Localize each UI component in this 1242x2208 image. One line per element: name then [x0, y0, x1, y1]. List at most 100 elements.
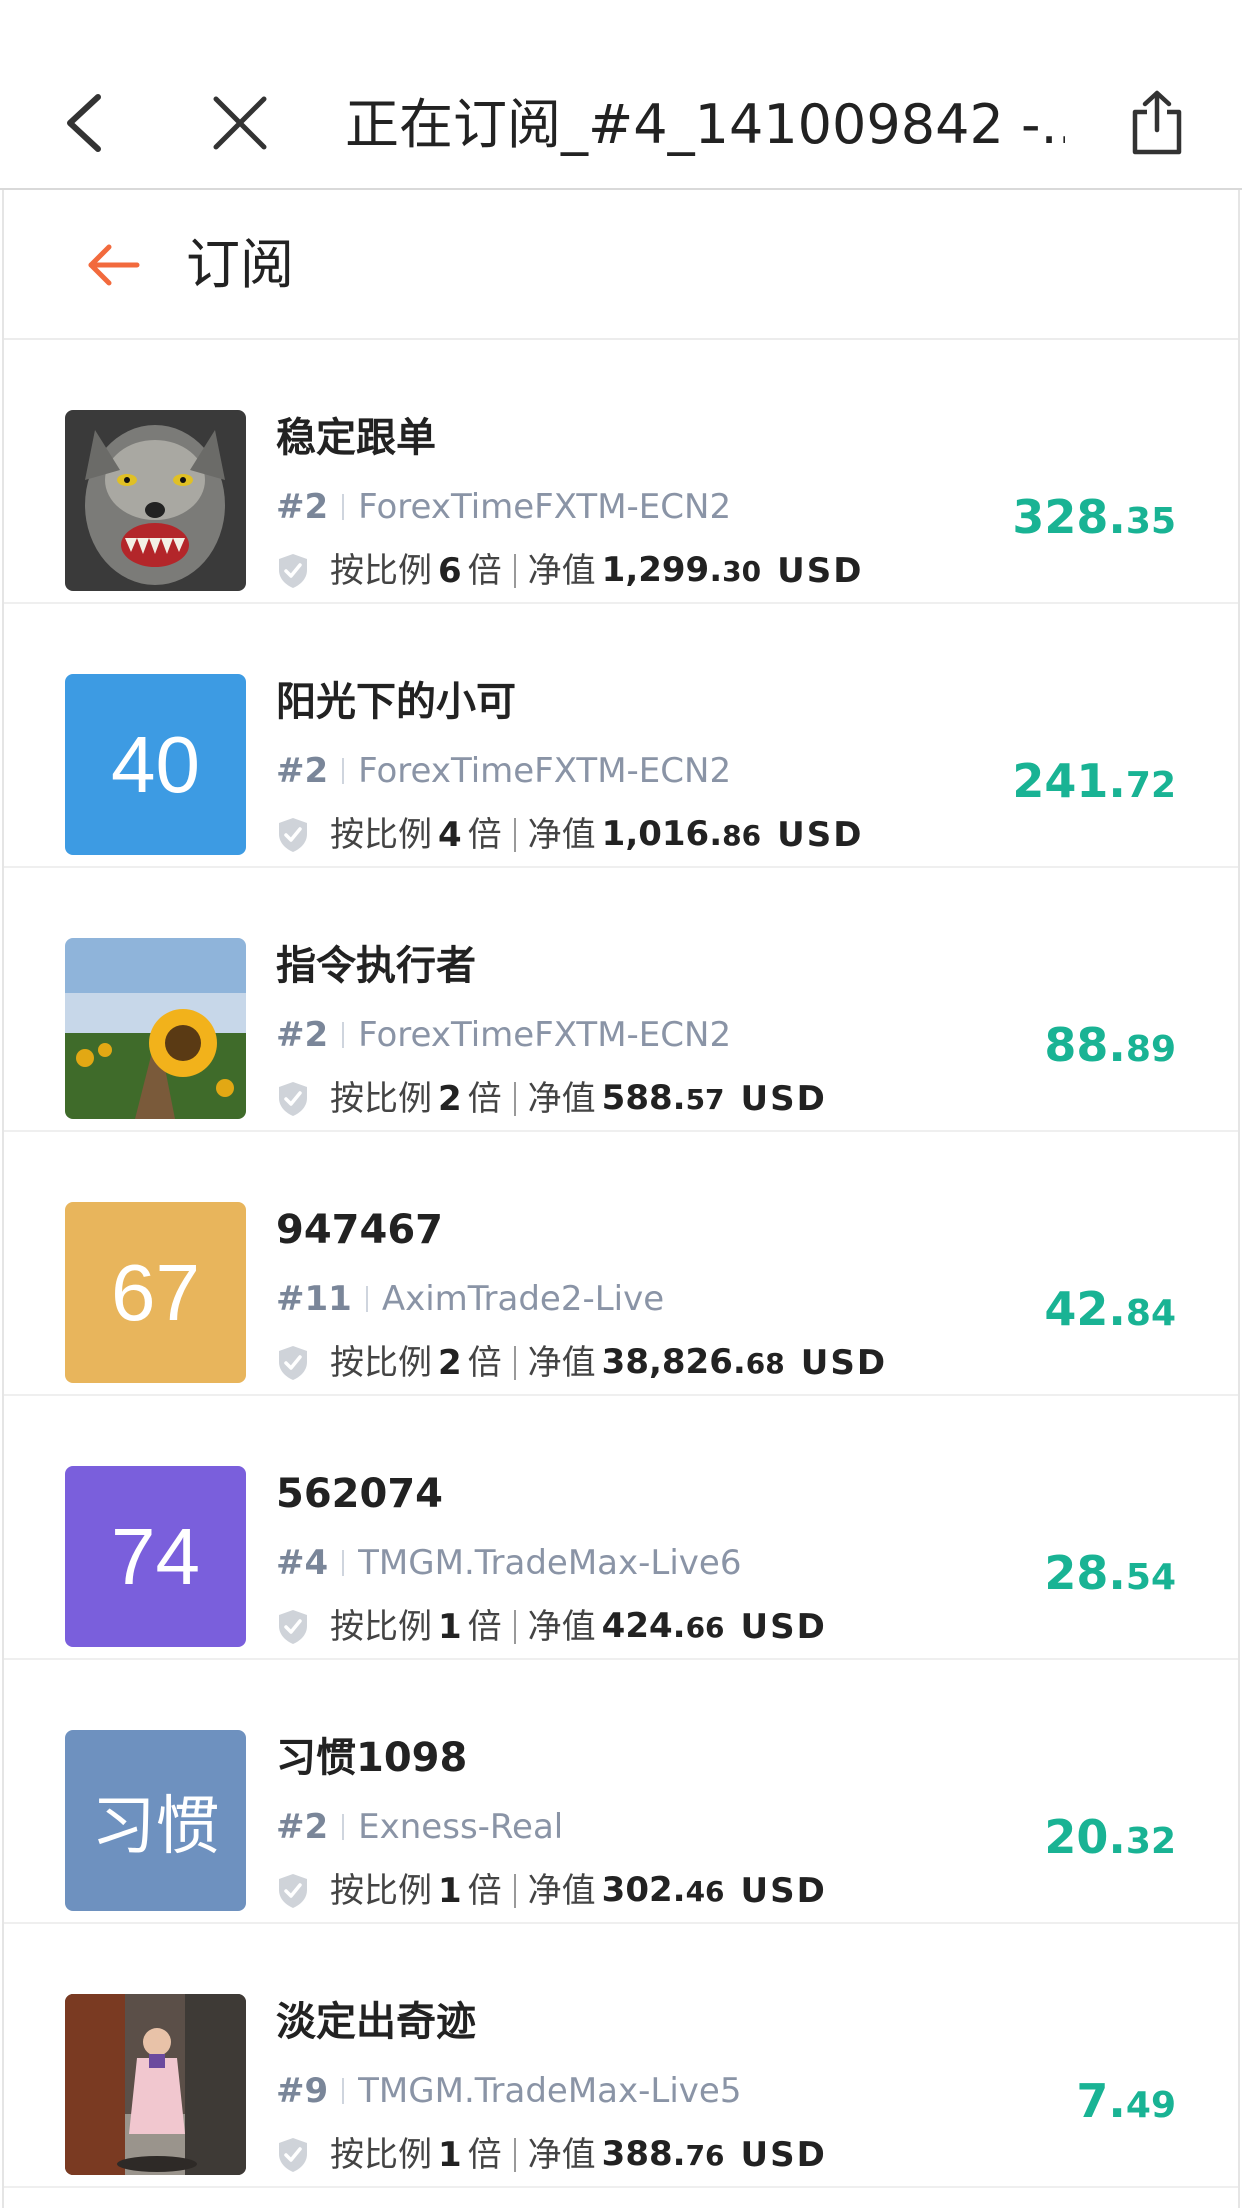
account-info: #2 Exness-Real	[276, 1802, 563, 1852]
avatar: 74	[65, 1466, 246, 1647]
equity-label: 净值	[527, 1871, 596, 1911]
server-name: ForexTimeFXTM-ECN2	[358, 487, 732, 527]
divider	[342, 494, 345, 520]
server-name: ForexTimeFXTM-ECN2	[358, 1015, 732, 1055]
profit-value: 241.72	[1012, 754, 1176, 808]
currency: USD	[777, 815, 864, 855]
server-name: ForexTimeFXTM-ECN2	[358, 751, 732, 791]
rank-label: #2	[276, 1807, 329, 1847]
currency: USD	[800, 1343, 888, 1383]
equity-value: 38,826.68	[601, 1342, 785, 1382]
list-item[interactable]: 40 阳光下的小可 #2 ForexTimeFXTM-ECN2 按比例 4 倍 …	[4, 604, 1238, 868]
close-icon[interactable]	[205, 88, 275, 158]
list-item[interactable]: 74 562074 #4 TMGM.TradeMax-Live6 按比例 1 倍…	[4, 1396, 1238, 1660]
equity-value: 588.57	[601, 1078, 725, 1118]
profit-value: 28.54	[1044, 1546, 1176, 1600]
server-name: Exness-Real	[358, 1807, 564, 1847]
list-item[interactable]: 67 947467 #11 AximTrade2-Live 按比例 2 倍 净值…	[4, 1132, 1238, 1396]
divider	[513, 554, 516, 588]
page-header: 订阅	[4, 190, 1238, 340]
currency: USD	[740, 1871, 827, 1911]
ratio-label: 按比例	[330, 1343, 432, 1383]
divider	[513, 818, 516, 852]
shield-icon	[279, 554, 307, 588]
list-item[interactable]: 习惯 习惯1098 #2 Exness-Real 按比例 1 倍 净值 302.…	[4, 1660, 1238, 1924]
currency: USD	[740, 1079, 827, 1119]
back-arrow-icon[interactable]	[82, 233, 146, 297]
profit-value: 7.49	[1076, 2074, 1176, 2128]
copy-settings: 按比例 1 倍 净值 424.66 USD	[276, 1601, 827, 1653]
trader-name: 稳定跟单	[276, 415, 436, 461]
browser-title: 正在订阅_#4_141009842 -...	[345, 93, 1065, 156]
ratio-unit: 倍	[467, 1343, 502, 1383]
trader-name: 阳光下的小可	[276, 679, 516, 725]
back-arrow-icon[interactable]	[50, 88, 120, 158]
avatar: 67	[65, 1202, 246, 1383]
ratio-unit: 倍	[467, 1871, 502, 1911]
equity-label: 净值	[527, 1343, 596, 1383]
copy-settings: 按比例 2 倍 净值 38,826.68 USD	[276, 1337, 887, 1389]
divider	[342, 758, 345, 784]
profit-value: 88.89	[1044, 1018, 1176, 1072]
server-name: TMGM.TradeMax-Live6	[358, 1543, 742, 1583]
account-info: #9 TMGM.TradeMax-Live5	[276, 2066, 741, 2116]
currency: USD	[777, 551, 864, 591]
account-info: #2 ForexTimeFXTM-ECN2	[276, 482, 731, 532]
equity-label: 净值	[527, 815, 596, 855]
rank-label: #2	[276, 487, 329, 527]
currency: USD	[740, 1607, 827, 1647]
subscription-page: 订阅 稳定跟单 #2 ForexTimeFXTM-ECN2 按比例 6 倍 净值…	[2, 190, 1240, 2208]
shield-icon	[279, 2138, 307, 2172]
ratio-unit: 倍	[467, 2135, 502, 2175]
equity-value: 424.66	[601, 1606, 725, 1646]
divider	[513, 1082, 516, 1116]
avatar	[65, 938, 246, 1119]
divider	[513, 1610, 516, 1644]
rank-label: #9	[276, 2071, 329, 2111]
copy-settings: 按比例 4 倍 净值 1,016.86 USD	[276, 809, 863, 861]
share-icon[interactable]	[1122, 88, 1192, 158]
wolf-avatar-image	[65, 410, 246, 591]
browser-top-bar: 正在订阅_#4_141009842 -...	[0, 0, 1242, 190]
shield-icon	[279, 1874, 307, 1908]
shield-icon	[279, 818, 307, 852]
server-name: TMGM.TradeMax-Live5	[358, 2071, 742, 2111]
account-info: #11 AximTrade2-Live	[276, 1274, 664, 1324]
equity-label: 净值	[527, 1079, 596, 1119]
list-item[interactable]: 指令执行者 #2 ForexTimeFXTM-ECN2 按比例 2 倍 净值 5…	[4, 868, 1238, 1132]
ratio-label: 按比例	[330, 1607, 432, 1647]
shield-icon	[279, 1082, 307, 1116]
ratio-value: 4	[438, 815, 462, 855]
shield-icon	[279, 1346, 307, 1380]
account-info: #4 TMGM.TradeMax-Live6	[276, 1538, 741, 1588]
ratio-value: 2	[438, 1343, 462, 1383]
ratio-value: 1	[438, 1871, 462, 1911]
shield-icon	[279, 1610, 307, 1644]
equity-label: 净值	[527, 1607, 596, 1647]
ratio-label: 按比例	[330, 2135, 432, 2175]
avatar: 40	[65, 674, 246, 855]
equity-value: 302.46	[601, 1870, 725, 1910]
trader-name: 指令执行者	[276, 943, 476, 989]
avatar: 习惯	[65, 1730, 246, 1911]
equity-label: 净值	[527, 2135, 596, 2175]
divider	[365, 1286, 368, 1312]
trader-name: 562074	[276, 1471, 443, 1517]
sunflower-avatar-image	[65, 938, 246, 1119]
list-item[interactable]: 稳定跟单 #2 ForexTimeFXTM-ECN2 按比例 6 倍 净值 1,…	[4, 340, 1238, 604]
person-avatar-image	[65, 1994, 246, 2175]
profit-value: 20.32	[1044, 1810, 1176, 1864]
profit-value: 328.35	[1012, 490, 1176, 544]
rank-label: #11	[276, 1279, 352, 1319]
divider	[513, 1346, 516, 1380]
list-item[interactable]: 淡定出奇迹 #9 TMGM.TradeMax-Live5 按比例 1 倍 净值 …	[4, 1924, 1238, 2188]
ratio-label: 按比例	[330, 551, 432, 591]
page-title: 订阅	[186, 233, 294, 296]
server-name: AximTrade2-Live	[381, 1279, 665, 1319]
equity-value: 388.76	[601, 2134, 725, 2174]
divider	[342, 2078, 345, 2104]
copy-settings: 按比例 1 倍 净值 302.46 USD	[276, 1865, 827, 1917]
ratio-label: 按比例	[330, 815, 432, 855]
ratio-value: 6	[438, 551, 462, 591]
ratio-unit: 倍	[467, 815, 502, 855]
